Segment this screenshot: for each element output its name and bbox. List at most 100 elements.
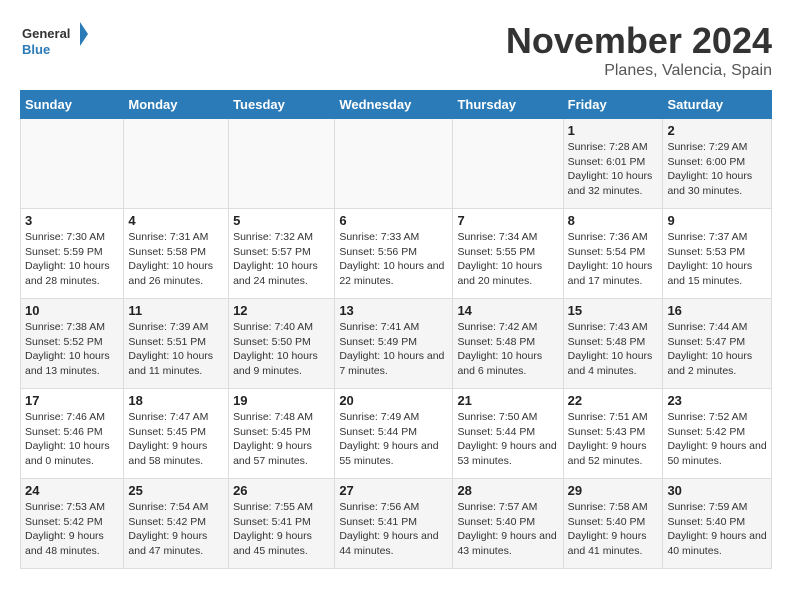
week-row-4: 17Sunrise: 7:46 AM Sunset: 5:46 PM Dayli… bbox=[21, 389, 772, 479]
calendar-cell bbox=[124, 119, 229, 209]
logo-svg: General Blue bbox=[20, 20, 90, 65]
day-info: Sunrise: 7:30 AM Sunset: 5:59 PM Dayligh… bbox=[25, 230, 119, 289]
header-wednesday: Wednesday bbox=[335, 91, 453, 119]
day-number: 10 bbox=[25, 303, 119, 318]
calendar-cell: 2 Sunrise: 7:29 AM Sunset: 6:00 PM Daylig… bbox=[663, 119, 772, 209]
calendar-cell: 5 Sunrise: 7:32 AM Sunset: 5:57 PM Daylig… bbox=[229, 209, 335, 299]
calendar-cell: 24 Sunrise: 7:53 AM Sunset: 5:42 PM Dayli… bbox=[21, 479, 124, 569]
header-friday: Friday bbox=[563, 91, 663, 119]
day-info: Sunrise: 7:59 AM Sunset: 5:40 PM Dayligh… bbox=[667, 500, 767, 559]
day-info: Sunrise: 7:44 AM Sunset: 5:47 PM Dayligh… bbox=[667, 320, 767, 379]
day-info: Sunrise: 7:46 AM Sunset: 5:46 PM Dayligh… bbox=[25, 410, 119, 469]
day-info: Sunrise: 7:51 AM Sunset: 5:43 PM Dayligh… bbox=[568, 410, 659, 469]
calendar-cell: 30 Sunrise: 7:59 AM Sunset: 5:40 PM Dayli… bbox=[663, 479, 772, 569]
day-info: Sunrise: 7:28 AM Sunset: 6:01 PM Dayligh… bbox=[568, 140, 659, 199]
day-info: Sunrise: 7:55 AM Sunset: 5:41 PM Dayligh… bbox=[233, 500, 330, 559]
day-info: Sunrise: 7:54 AM Sunset: 5:42 PM Dayligh… bbox=[128, 500, 224, 559]
day-info: Sunrise: 7:42 AM Sunset: 5:48 PM Dayligh… bbox=[457, 320, 558, 379]
day-number: 13 bbox=[339, 303, 448, 318]
calendar-cell: 9 Sunrise: 7:37 AM Sunset: 5:53 PM Daylig… bbox=[663, 209, 772, 299]
header-thursday: Thursday bbox=[453, 91, 563, 119]
calendar-cell bbox=[21, 119, 124, 209]
day-number: 26 bbox=[233, 483, 330, 498]
calendar-cell: 14 Sunrise: 7:42 AM Sunset: 5:48 PM Dayli… bbox=[453, 299, 563, 389]
day-info: Sunrise: 7:34 AM Sunset: 5:55 PM Dayligh… bbox=[457, 230, 558, 289]
header-sunday: Sunday bbox=[21, 91, 124, 119]
day-number: 2 bbox=[667, 123, 767, 138]
calendar-cell: 4 Sunrise: 7:31 AM Sunset: 5:58 PM Daylig… bbox=[124, 209, 229, 299]
day-number: 4 bbox=[128, 213, 224, 228]
day-info: Sunrise: 7:47 AM Sunset: 5:45 PM Dayligh… bbox=[128, 410, 224, 469]
day-number: 12 bbox=[233, 303, 330, 318]
calendar-cell: 26 Sunrise: 7:55 AM Sunset: 5:41 PM Dayli… bbox=[229, 479, 335, 569]
day-number: 23 bbox=[667, 393, 767, 408]
calendar-cell: 6 Sunrise: 7:33 AM Sunset: 5:56 PM Daylig… bbox=[335, 209, 453, 299]
day-info: Sunrise: 7:36 AM Sunset: 5:54 PM Dayligh… bbox=[568, 230, 659, 289]
calendar-cell: 29Sunrise: 7:58 AM Sunset: 5:40 PM Dayli… bbox=[563, 479, 663, 569]
day-number: 1 bbox=[568, 123, 659, 138]
day-info: Sunrise: 7:52 AM Sunset: 5:42 PM Dayligh… bbox=[667, 410, 767, 469]
day-number: 28 bbox=[457, 483, 558, 498]
calendar-cell: 22 Sunrise: 7:51 AM Sunset: 5:43 PM Dayli… bbox=[563, 389, 663, 479]
calendar-cell: 20 Sunrise: 7:49 AM Sunset: 5:44 PM Dayli… bbox=[335, 389, 453, 479]
location: Planes, Valencia, Spain bbox=[506, 62, 772, 80]
day-number: 25 bbox=[128, 483, 224, 498]
day-number: 20 bbox=[339, 393, 448, 408]
day-info: Sunrise: 7:38 AM Sunset: 5:52 PM Dayligh… bbox=[25, 320, 119, 379]
header-monday: Monday bbox=[124, 91, 229, 119]
day-number: 3 bbox=[25, 213, 119, 228]
day-number: 14 bbox=[457, 303, 558, 318]
day-info: Sunrise: 7:43 AM Sunset: 5:48 PM Dayligh… bbox=[568, 320, 659, 379]
calendar-cell: 1 Sunrise: 7:28 AM Sunset: 6:01 PM Daylig… bbox=[563, 119, 663, 209]
day-info: Sunrise: 7:37 AM Sunset: 5:53 PM Dayligh… bbox=[667, 230, 767, 289]
calendar-cell: 15 Sunrise: 7:43 AM Sunset: 5:48 PM Dayli… bbox=[563, 299, 663, 389]
day-info: Sunrise: 7:33 AM Sunset: 5:56 PM Dayligh… bbox=[339, 230, 448, 289]
day-number: 24 bbox=[25, 483, 119, 498]
day-number: 6 bbox=[339, 213, 448, 228]
calendar-cell: 21Sunrise: 7:50 AM Sunset: 5:44 PM Dayli… bbox=[453, 389, 563, 479]
day-info: Sunrise: 7:49 AM Sunset: 5:44 PM Dayligh… bbox=[339, 410, 448, 469]
svg-text:Blue: Blue bbox=[22, 42, 50, 57]
calendar-table: SundayMondayTuesdayWednesdayThursdayFrid… bbox=[20, 90, 772, 569]
calendar-cell: 18 Sunrise: 7:47 AM Sunset: 5:45 PM Dayli… bbox=[124, 389, 229, 479]
day-number: 5 bbox=[233, 213, 330, 228]
day-info: Sunrise: 7:31 AM Sunset: 5:58 PM Dayligh… bbox=[128, 230, 224, 289]
week-row-1: 1 Sunrise: 7:28 AM Sunset: 6:01 PM Daylig… bbox=[21, 119, 772, 209]
header-row: SundayMondayTuesdayWednesdayThursdayFrid… bbox=[21, 91, 772, 119]
calendar-cell bbox=[229, 119, 335, 209]
day-number: 11 bbox=[128, 303, 224, 318]
day-number: 29 bbox=[568, 483, 659, 498]
calendar-cell: 25 Sunrise: 7:54 AM Sunset: 5:42 PM Dayli… bbox=[124, 479, 229, 569]
day-info: Sunrise: 7:32 AM Sunset: 5:57 PM Dayligh… bbox=[233, 230, 330, 289]
day-info: Sunrise: 7:40 AM Sunset: 5:50 PM Dayligh… bbox=[233, 320, 330, 379]
day-number: 30 bbox=[667, 483, 767, 498]
day-number: 9 bbox=[667, 213, 767, 228]
day-info: Sunrise: 7:53 AM Sunset: 5:42 PM Dayligh… bbox=[25, 500, 119, 559]
day-info: Sunrise: 7:29 AM Sunset: 6:00 PM Dayligh… bbox=[667, 140, 767, 199]
calendar-cell: 27Sunrise: 7:56 AM Sunset: 5:41 PM Dayli… bbox=[335, 479, 453, 569]
day-info: Sunrise: 7:41 AM Sunset: 5:49 PM Dayligh… bbox=[339, 320, 448, 379]
day-number: 22 bbox=[568, 393, 659, 408]
calendar-cell: 3 Sunrise: 7:30 AM Sunset: 5:59 PM Daylig… bbox=[21, 209, 124, 299]
calendar-cell: 12 Sunrise: 7:40 AM Sunset: 5:50 PM Dayli… bbox=[229, 299, 335, 389]
day-number: 16 bbox=[667, 303, 767, 318]
calendar-cell: 10 Sunrise: 7:38 AM Sunset: 5:52 PM Dayli… bbox=[21, 299, 124, 389]
logo: General Blue bbox=[20, 20, 90, 65]
calendar-cell: 17Sunrise: 7:46 AM Sunset: 5:46 PM Dayli… bbox=[21, 389, 124, 479]
calendar-cell: 23 Sunrise: 7:52 AM Sunset: 5:42 PM Dayli… bbox=[663, 389, 772, 479]
day-info: Sunrise: 7:39 AM Sunset: 5:51 PM Dayligh… bbox=[128, 320, 224, 379]
header-tuesday: Tuesday bbox=[229, 91, 335, 119]
header-saturday: Saturday bbox=[663, 91, 772, 119]
calendar-cell bbox=[453, 119, 563, 209]
calendar-cell: 11 Sunrise: 7:39 AM Sunset: 5:51 PM Dayli… bbox=[124, 299, 229, 389]
day-info: Sunrise: 7:50 AM Sunset: 5:44 PM Dayligh… bbox=[457, 410, 558, 469]
day-info: Sunrise: 7:48 AM Sunset: 5:45 PM Dayligh… bbox=[233, 410, 330, 469]
calendar-cell: 28Sunrise: 7:57 AM Sunset: 5:40 PM Dayli… bbox=[453, 479, 563, 569]
day-number: 27 bbox=[339, 483, 448, 498]
week-row-3: 10 Sunrise: 7:38 AM Sunset: 5:52 PM Dayli… bbox=[21, 299, 772, 389]
page-header: General Blue November 2024 Planes, Valen… bbox=[20, 20, 772, 80]
month-title: November 2024 bbox=[506, 20, 772, 62]
day-number: 18 bbox=[128, 393, 224, 408]
day-number: 7 bbox=[457, 213, 558, 228]
day-number: 15 bbox=[568, 303, 659, 318]
